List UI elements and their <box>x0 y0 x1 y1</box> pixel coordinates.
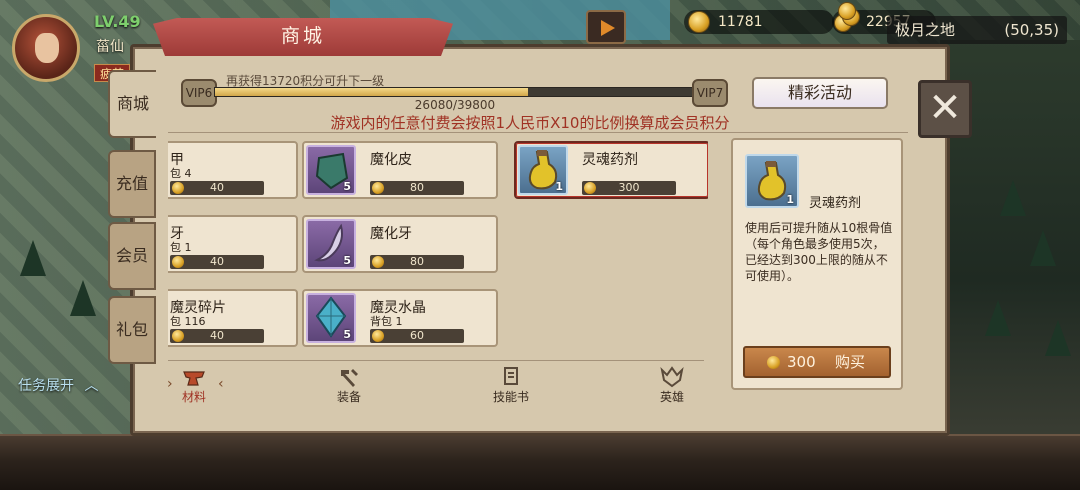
item-price-value: 300 <box>618 181 640 194</box>
buy-button[interactable]: 300 购买 <box>743 346 891 378</box>
category-label: 材料 <box>181 390 206 404</box>
coin-icon <box>172 330 184 342</box>
item-grid[interactable]: 甲包 4 40 5 魔化皮 80 1 灵魂药剂 300 牙包 1 40 5 魔化牙 80 魔灵碎片包 11… <box>168 137 708 351</box>
category-tab-heroes[interactable]: 英雄 <box>632 366 712 406</box>
item-card[interactable]: 5 魔化牙 80 <box>302 215 498 273</box>
events-button[interactable]: 精彩活动 <box>752 77 888 109</box>
tab-shop[interactable]: 商城 <box>108 70 156 138</box>
item-price-value: 40 <box>210 181 224 194</box>
vip-progress-bar <box>214 87 694 97</box>
item-icon: 5 <box>306 219 356 269</box>
item-price-value: 40 <box>210 255 224 268</box>
tasks-expand-toggle[interactable]: 任务展开 ︿ <box>18 375 98 395</box>
item-count: 5 <box>343 328 351 341</box>
player-avatar[interactable] <box>12 14 80 82</box>
item-card[interactable]: 1 灵魂药剂 300 <box>514 141 708 199</box>
item-count: 1 <box>555 180 563 193</box>
item-price: 40 <box>170 255 264 269</box>
item-price: 80 <box>370 181 464 195</box>
item-price-value: 80 <box>410 181 424 194</box>
location-name: 极月之地 <box>895 21 956 39</box>
chevron-up-icon: ︿ <box>84 378 99 394</box>
vip-progress-text: 26080/39800 <box>414 98 496 112</box>
detail-item-name: 灵魂药剂 <box>809 196 862 211</box>
gold-coin-icon <box>688 11 710 33</box>
tasks-label: 任务展开 <box>18 378 74 394</box>
item-stock: 包 4 <box>170 167 192 180</box>
player-name: 菑仙 <box>96 39 124 55</box>
item-price: 60 <box>370 329 464 343</box>
coin-icon <box>172 256 184 268</box>
item-count: 5 <box>343 180 351 193</box>
item-price: 40 <box>170 181 264 195</box>
play-icon[interactable] <box>586 10 626 44</box>
item-name: 灵魂药剂 <box>582 152 638 168</box>
coin-icon <box>372 330 384 342</box>
item-name: 魔化牙 <box>370 226 412 242</box>
location-coords: (50,35) <box>1004 21 1059 39</box>
item-price-value: 60 <box>410 329 424 342</box>
item-stock: 包 116 <box>170 315 206 328</box>
divider <box>168 132 908 133</box>
item-name: 魔化皮 <box>370 152 412 168</box>
category-tab-materials[interactable]: 材料 <box>154 366 234 406</box>
anvil-icon <box>183 371 205 386</box>
item-icon: 5 <box>306 293 356 343</box>
detail-item-count: 1 <box>786 193 794 206</box>
item-icon: 5 <box>306 145 356 195</box>
helmet-icon <box>660 366 684 388</box>
gold-amount: 11781 <box>718 14 763 30</box>
item-icon: 1 <box>518 145 568 195</box>
tab-recharge[interactable]: 充值 <box>108 150 156 218</box>
coin-icon <box>767 356 780 369</box>
close-button[interactable]: ✕ <box>918 80 972 138</box>
item-card[interactable]: 5 魔化皮 80 <box>302 141 498 199</box>
item-price-value: 40 <box>210 329 224 342</box>
item-card[interactable]: 牙包 1 40 <box>168 215 298 273</box>
item-price: 40 <box>170 329 264 343</box>
item-count: 5 <box>343 254 351 267</box>
scroll-icon <box>504 367 518 385</box>
buy-label: 购买 <box>835 353 866 371</box>
category-divider <box>168 360 704 361</box>
vip-progress-fill <box>215 88 529 96</box>
buy-price: 300 <box>787 353 816 371</box>
item-price: 80 <box>370 255 464 269</box>
item-card[interactable]: 魔灵碎片包 116 40 <box>168 289 298 347</box>
coin-icon <box>372 256 384 268</box>
item-stock: 背包 1 <box>370 315 403 328</box>
category-tab-skill-books[interactable]: 技能书 <box>471 366 551 406</box>
item-card[interactable]: 甲包 4 40 <box>168 141 298 199</box>
item-detail-panel: 1 灵魂药剂 使用后可提升随从10根骨值（每个角色最多使用5次，已经达到300上… <box>731 138 903 390</box>
category-label: 英雄 <box>659 390 684 404</box>
item-price: 300 <box>582 181 676 195</box>
tab-membership[interactable]: 会员 <box>108 222 156 290</box>
dialog-title: 商城 <box>153 18 453 56</box>
player-level: LV.49 <box>94 12 141 31</box>
coin-icon <box>372 182 384 194</box>
gold-counter: 11781 <box>684 10 834 34</box>
vip-current-badge: VIP6 <box>181 79 217 107</box>
coin-icon <box>584 182 596 194</box>
detail-item-description: 使用后可提升随从10根骨值（每个角色最多使用5次，已经达到300上限的随从不可使… <box>745 221 893 283</box>
location-display[interactable]: 极月之地 (50,35) <box>887 16 1067 44</box>
bottom-menu-bar <box>0 434 1080 490</box>
potion-icon: 1 <box>745 154 799 208</box>
coin-icon <box>172 182 184 194</box>
tab-gift-pack[interactable]: 礼包 <box>108 296 156 364</box>
item-price-value: 80 <box>410 255 424 268</box>
vip-next-badge: VIP7 <box>692 79 728 107</box>
item-stock: 包 1 <box>170 241 192 254</box>
coin-stack-icon <box>834 2 862 34</box>
category-tab-equipment[interactable]: 装备 <box>309 366 389 406</box>
item-card[interactable]: 5 魔灵水晶 背包 1 60 <box>302 289 498 347</box>
category-label: 技能书 <box>492 390 529 404</box>
category-label: 装备 <box>336 390 361 404</box>
membership-notice: 游戏内的任意付费会按照1人民币X10的比例换算成会员积分 <box>330 114 730 132</box>
hammer-icon <box>341 369 358 387</box>
